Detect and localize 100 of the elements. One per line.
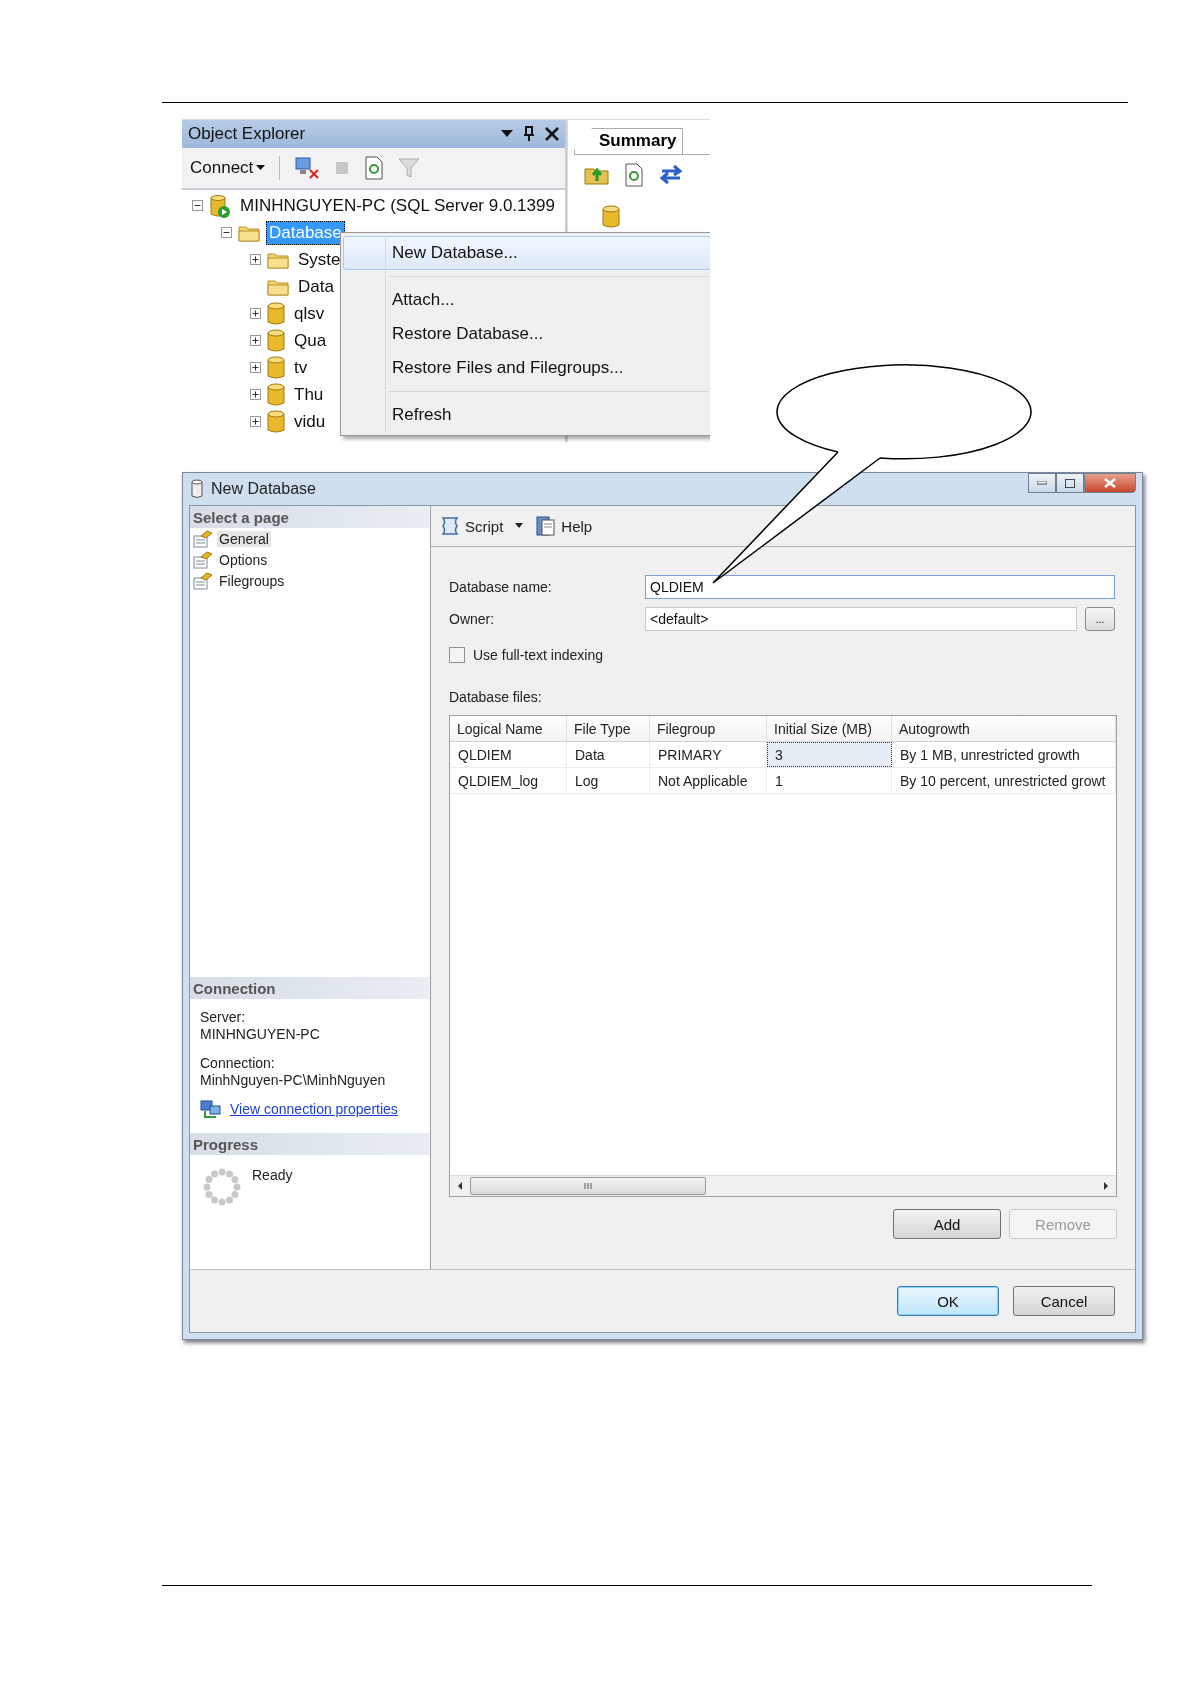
minimize-button[interactable] — [1028, 473, 1056, 493]
section-label: Database files: — [449, 689, 543, 705]
database-icon — [267, 301, 285, 326]
table-cell: By 1 MB, unrestricted growth — [892, 742, 1116, 767]
folder-icon — [267, 277, 289, 296]
database-icon — [267, 355, 285, 380]
scrollbar-thumb[interactable] — [470, 1177, 706, 1195]
window-title: New Database — [211, 480, 317, 498]
column-header[interactable]: Autogrowth — [892, 716, 1116, 741]
pin-icon[interactable] — [523, 126, 535, 142]
database-icon — [602, 205, 620, 229]
add-button[interactable]: Add — [893, 1209, 1001, 1239]
expand-icon[interactable] — [250, 254, 261, 265]
close-icon[interactable] — [545, 127, 559, 141]
network-icon — [200, 1099, 222, 1119]
minimize-icon — [1037, 481, 1047, 485]
expand-icon[interactable] — [250, 335, 261, 346]
menu-item[interactable]: Attach... — [343, 283, 710, 317]
menu-item[interactable]: Restore Database... — [343, 317, 710, 351]
summary-tab[interactable]: Summary — [574, 128, 684, 154]
field-label: Database name: — [449, 579, 553, 595]
field-label: Owner: — [449, 611, 496, 627]
sync-icon[interactable] — [658, 163, 684, 185]
collapse-icon[interactable] — [221, 227, 232, 238]
browse-button[interactable]: ... — [1085, 607, 1115, 631]
status-text: Ready — [252, 1167, 293, 1183]
text-field[interactable]: <default> — [645, 607, 1077, 631]
refresh-icon[interactable] — [364, 156, 385, 180]
text-field[interactable]: QLDIEM — [645, 575, 1115, 599]
section-header: Progress — [190, 1133, 430, 1155]
table-cell: QLDIEM — [450, 742, 567, 767]
disconnect-icon[interactable] — [294, 156, 321, 180]
collapse-icon[interactable] — [192, 200, 203, 211]
page-item[interactable]: General — [217, 530, 271, 547]
page-item[interactable]: Filegroups — [217, 572, 287, 589]
checkbox-label: Use full-text indexing — [473, 647, 603, 663]
connect-button[interactable]: Connect — [190, 158, 266, 178]
scroll-right-icon[interactable] — [1102, 1181, 1110, 1191]
checkbox[interactable] — [449, 647, 465, 663]
expand-icon[interactable] — [250, 362, 261, 373]
field-label: Connection: — [200, 1055, 276, 1071]
close-button[interactable] — [1084, 473, 1136, 493]
table-cell: 1 — [767, 768, 892, 793]
database-icon — [267, 382, 285, 407]
tree-item[interactable]: Data — [295, 274, 337, 299]
tree-item[interactable]: qlsv — [291, 301, 328, 326]
folder-icon — [267, 250, 289, 269]
dropdown-icon[interactable] — [501, 130, 513, 138]
close-icon — [1104, 478, 1116, 488]
caret-icon — [256, 165, 266, 171]
tree-item[interactable]: Thu — [291, 382, 327, 407]
connection-properties-link[interactable]: View connection properties — [230, 1101, 398, 1117]
scroll-left-icon[interactable] — [456, 1181, 464, 1191]
menu-item[interactable]: Restore Files and Filegroups... — [343, 351, 710, 385]
book-icon — [535, 515, 558, 537]
database-icon — [267, 409, 285, 434]
table-cell: Log — [567, 768, 650, 793]
maximize-button[interactable] — [1056, 473, 1084, 493]
tree-item[interactable]: vidu — [291, 409, 329, 434]
tree-item[interactable]: Qua — [291, 328, 330, 353]
section-header: Select a page — [190, 506, 430, 528]
tree-item[interactable]: tv — [291, 355, 311, 380]
tree-item[interactable]: MINHNGUYEN-PC (SQL Server 9.0.1399 — [237, 193, 558, 218]
column-header[interactable]: Logical Name — [450, 716, 567, 741]
ok-button[interactable]: OK — [897, 1286, 999, 1316]
page-icon — [193, 550, 213, 569]
database-icon — [191, 479, 203, 499]
table-cell: Data — [567, 742, 650, 767]
menu-item[interactable]: Refresh — [343, 398, 710, 432]
panel-title: Object Explorer — [188, 124, 307, 144]
column-header[interactable]: File Type — [567, 716, 650, 741]
page-item[interactable]: Options — [217, 551, 270, 568]
column-header[interactable]: Filegroup — [650, 716, 767, 741]
tree-item[interactable]: Syste — [295, 247, 344, 272]
page-icon — [193, 529, 213, 548]
expand-icon[interactable] — [250, 308, 261, 319]
maximize-icon — [1065, 478, 1075, 488]
script-button[interactable]: Script — [439, 515, 504, 537]
cancel-button[interactable]: Cancel — [1013, 1286, 1115, 1316]
server-icon — [209, 193, 231, 218]
database-icon — [267, 328, 285, 353]
field-label: Server: — [200, 1009, 247, 1025]
folder-icon — [238, 223, 260, 242]
table-cell: QLDIEM_log — [450, 768, 567, 793]
column-header[interactable]: Initial Size (MB) — [767, 716, 892, 741]
refresh-icon[interactable] — [624, 163, 644, 187]
help-button[interactable]: Help — [535, 515, 593, 537]
spinner-icon — [202, 1167, 242, 1207]
expand-icon[interactable] — [250, 389, 261, 400]
page-icon — [193, 571, 213, 590]
table-cell: By 10 percent, unrestricted growt — [892, 768, 1116, 793]
field-value: MinhNguyen-PC\MinhNguyen — [200, 1072, 387, 1088]
expand-icon[interactable] — [250, 416, 261, 427]
grip-icon — [584, 1182, 592, 1190]
table-cell: Not Applicable — [650, 768, 767, 793]
field-value: MINHNGUYEN-PC — [200, 1026, 321, 1042]
section-header: Connection — [190, 977, 430, 999]
scroll-icon — [439, 515, 461, 537]
table-cell: 3 — [767, 742, 892, 767]
menu-item[interactable]: New Database... — [343, 236, 710, 270]
